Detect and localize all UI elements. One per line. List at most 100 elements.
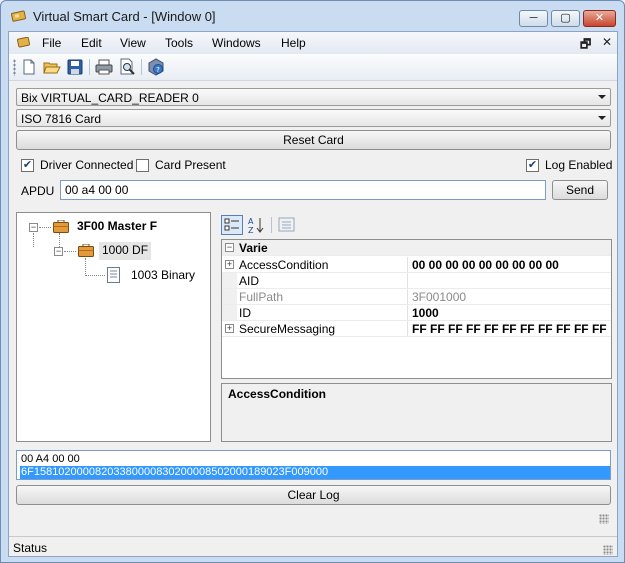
- categorized-icon[interactable]: [221, 215, 243, 235]
- apdu-label: APDU: [21, 184, 55, 198]
- svg-text:?: ?: [156, 66, 160, 74]
- document-icon[interactable]: [17, 37, 31, 48]
- property-row[interactable]: ID 1000: [222, 305, 611, 321]
- chevron-down-icon: [598, 116, 606, 120]
- tree-connector: [64, 251, 76, 252]
- chevron-down-icon: [598, 95, 606, 99]
- size-grip-icon[interactable]: [599, 514, 609, 524]
- property-grid-toolbar: A Z: [221, 214, 611, 238]
- size-grip-icon[interactable]: [603, 545, 613, 555]
- tree-connector: [85, 275, 105, 276]
- property-name: AID: [239, 274, 260, 288]
- log-list[interactable]: 00 A4 00 00 6F15810200008203380000830200…: [16, 450, 611, 480]
- menu-bar: File Edit View Tools Windows Help 🗗 ✕: [9, 32, 617, 54]
- property-pages-icon[interactable]: [276, 215, 298, 235]
- property-value[interactable]: 00 00 00 00 00 00 00 00 00: [412, 258, 610, 272]
- reader-select[interactable]: Bix VIRTUAL_CARD_READER 0: [16, 88, 611, 106]
- property-margin: [222, 273, 237, 288]
- property-value[interactable]: FF FF FF FF FF FF FF FF FF FF FF FF FF: [412, 322, 610, 336]
- minimize-button[interactable]: ─: [519, 10, 548, 27]
- menu-tools[interactable]: Tools: [165, 36, 193, 50]
- driver-connected-checkbox[interactable]: ✔: [21, 159, 34, 172]
- tree-collapse-toggle[interactable]: −: [29, 223, 38, 232]
- tree-node-master-file[interactable]: 3F00 Master F: [77, 219, 157, 237]
- property-name: AccessCondition: [239, 258, 329, 272]
- file-tree: − 3F00 Master F − 1000 DF 1003 Binary: [16, 212, 211, 442]
- send-button[interactable]: Send: [552, 180, 608, 200]
- apdu-input[interactable]: [60, 180, 546, 200]
- close-button[interactable]: ✕: [583, 10, 616, 27]
- help-icon[interactable]: ?: [147, 58, 165, 76]
- toolbar-separator: [271, 217, 272, 233]
- toolbar-grip[interactable]: [13, 59, 16, 76]
- print-icon[interactable]: [95, 58, 113, 76]
- restore-child-icon[interactable]: 🗗: [580, 35, 591, 56]
- tree-connector: [85, 258, 86, 276]
- driver-connected-label: Driver Connected: [40, 158, 134, 172]
- new-icon[interactable]: [20, 58, 38, 76]
- title-bar[interactable]: Virtual Smart Card - [Window 0] ─ ▢ ✕: [1, 1, 624, 31]
- property-description-title: AccessCondition: [228, 387, 327, 401]
- reset-card-button[interactable]: Reset Card: [16, 130, 611, 150]
- property-splitter: [407, 321, 408, 336]
- menu-help[interactable]: Help: [281, 36, 306, 50]
- folder-icon: [78, 244, 94, 257]
- tree-collapse-toggle[interactable]: −: [54, 247, 63, 256]
- property-row[interactable]: FullPath 3F001000: [222, 289, 611, 305]
- property-row[interactable]: + AccessCondition 00 00 00 00 00 00 00 00 …: [222, 257, 611, 273]
- open-icon[interactable]: [43, 58, 61, 76]
- clear-log-button[interactable]: Clear Log: [16, 485, 611, 505]
- tree-node-df[interactable]: 1000 DF: [99, 242, 152, 260]
- smart-card-icon: [11, 10, 27, 22]
- property-name: SecureMessaging: [239, 322, 336, 336]
- log-line[interactable]: 00 A4 00 00: [20, 453, 610, 466]
- tree-connector: [59, 233, 60, 247]
- property-row[interactable]: AID: [222, 273, 611, 289]
- window-title: Virtual Smart Card - [Window 0]: [33, 9, 216, 24]
- property-name: ID: [239, 306, 251, 320]
- property-row[interactable]: + SecureMessaging FF FF FF FF FF FF FF FF …: [222, 321, 611, 337]
- property-expand-toggle[interactable]: +: [225, 324, 234, 333]
- toolbar: ?: [9, 54, 617, 81]
- property-value[interactable]: 1000: [412, 306, 610, 320]
- card-present-checkbox[interactable]: [136, 159, 149, 172]
- property-splitter: [407, 305, 408, 320]
- log-enabled-checkbox[interactable]: ✔: [526, 159, 539, 172]
- sort-alphabetical-icon[interactable]: A Z: [246, 215, 268, 235]
- property-margin: [222, 305, 237, 320]
- menu-windows[interactable]: Windows: [212, 36, 261, 50]
- maximize-button[interactable]: ▢: [551, 10, 580, 27]
- log-enabled-label: Log Enabled: [545, 158, 613, 172]
- tree-connector: [39, 227, 51, 228]
- close-child-icon[interactable]: ✕: [602, 35, 612, 49]
- reader-select-value: Bix VIRTUAL_CARD_READER 0: [21, 91, 199, 105]
- card-type-select[interactable]: ISO 7816 Card: [16, 109, 611, 127]
- property-category[interactable]: − Varie: [222, 240, 611, 256]
- property-description: AccessCondition: [221, 383, 612, 442]
- folder-icon: [53, 220, 69, 233]
- menu-file[interactable]: File: [42, 36, 61, 50]
- svg-text:A: A: [248, 217, 254, 226]
- menu-view[interactable]: View: [120, 36, 146, 50]
- property-margin: [222, 289, 237, 304]
- tree-connector: [33, 233, 34, 247]
- card-present-label: Card Present: [155, 158, 226, 172]
- status-bar: Status: [9, 536, 617, 556]
- print-preview-icon[interactable]: [118, 58, 136, 76]
- toolbar-separator: [141, 59, 142, 75]
- property-value[interactable]: 3F001000: [412, 290, 610, 304]
- toolbar-separator: [89, 59, 90, 75]
- property-splitter: [407, 273, 408, 288]
- property-grid: − Varie + AccessCondition 00 00 00 00 00 0…: [221, 239, 612, 379]
- save-icon[interactable]: [66, 58, 84, 76]
- svg-text:Z: Z: [248, 226, 254, 235]
- log-line-selected[interactable]: 6F15810200008203380000830200008502000189…: [20, 466, 610, 479]
- category-collapse-toggle[interactable]: −: [225, 243, 234, 252]
- property-expand-toggle[interactable]: +: [225, 260, 234, 269]
- card-type-select-value: ISO 7816 Card: [21, 112, 102, 126]
- status-text: Status: [13, 541, 48, 555]
- mdi-client: File Edit View Tools Windows Help 🗗 ✕ ? …: [8, 31, 618, 557]
- property-splitter: [407, 257, 408, 272]
- tree-node-binary[interactable]: 1003 Binary: [131, 268, 195, 286]
- menu-edit[interactable]: Edit: [81, 36, 102, 50]
